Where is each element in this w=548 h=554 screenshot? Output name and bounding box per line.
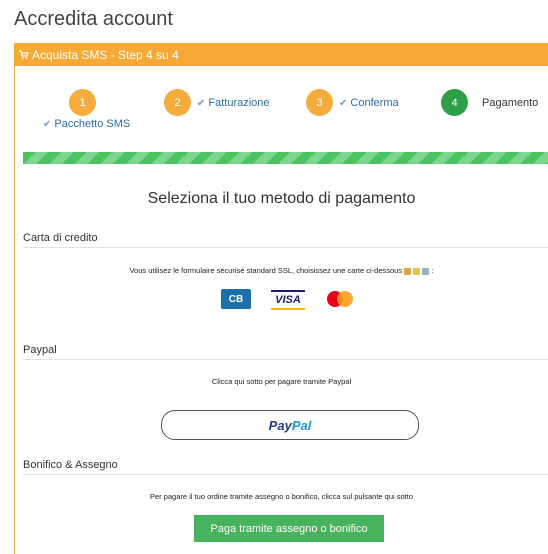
panel-header: Acquista SMS - Step 4 su 4 [15,44,548,66]
payment-panel: Acquista SMS - Step 4 su 4 1 ✔ Pacchetto… [14,43,548,554]
lock-icon [413,267,421,275]
paypal-button[interactable]: Pay Pal [161,410,419,440]
step-2-label: Fatturazione [208,96,270,109]
cart-icon [19,50,29,60]
step-3-label: Conferma [350,96,399,109]
check-icon: ✔ [339,97,348,109]
visa-card-button[interactable]: VISA [271,290,305,310]
bank-description: Per pagare il tuo ordine tramite assegno… [149,492,414,501]
step-3-label-wrap: ✔ Conferma [339,97,399,109]
step-4-label: Pagamento [482,96,539,109]
credit-card-description-row: Vous utilisez le formulaire sécurisé sta… [129,266,434,275]
progress-bar [23,152,548,164]
page-title: Accredita account [14,8,173,30]
step-2-circle: 2 [164,89,191,116]
panel-header-title: Acquista SMS - Step 4 su 4 [32,48,179,62]
mastercard-button[interactable] [327,291,355,307]
paypal-description: Clicca qui sotto per pagare tramite Payp… [211,377,352,386]
step-4-number: 4 [451,96,458,109]
step-1-label: Pacchetto SMS [54,118,131,130]
paypal-heading: Paypal [23,344,548,360]
credit-card-description: Vous utilisez le formulaire sécurisé sta… [129,266,403,275]
step-1[interactable]: 1 ✔ Pacchetto SMS [43,89,153,133]
credit-card-heading: Carta di credito [23,232,548,248]
step-3-number: 3 [316,96,323,109]
bank-heading: Bonifico & Assegno [23,459,548,475]
step-1-number: 1 [79,96,86,109]
step-3[interactable]: 3 ✔ Conferma [306,89,399,116]
check-icon: ✔ [43,118,52,130]
cb-card-label: CB [228,293,244,305]
lock-icon [404,267,412,275]
payment-method-title: Seleziona il tuo metodo di pagamento [147,190,416,207]
step-2[interactable]: 2 ✔ Fatturazione [164,89,270,116]
lock-icon [422,267,430,275]
cb-card-button[interactable]: CB [221,289,251,309]
step-4[interactable]: 4 Pagamento [441,89,538,116]
paypal-logo-pal: Pal [291,417,312,433]
paypal-logo-pay: Pay [268,417,292,433]
step-2-label-wrap: ✔ Fatturazione [197,97,270,109]
check-icon: ✔ [197,97,206,109]
step-4-circle: 4 [441,89,468,116]
step-3-circle: 3 [306,89,333,116]
step-2-number: 2 [174,96,181,109]
step-1-circle: 1 [69,89,96,116]
visa-card-label: VISA [275,294,301,306]
bank-transfer-button[interactable]: Paga tramite assegno o bonifico [194,515,384,542]
mastercard-orange-circle [337,291,353,307]
